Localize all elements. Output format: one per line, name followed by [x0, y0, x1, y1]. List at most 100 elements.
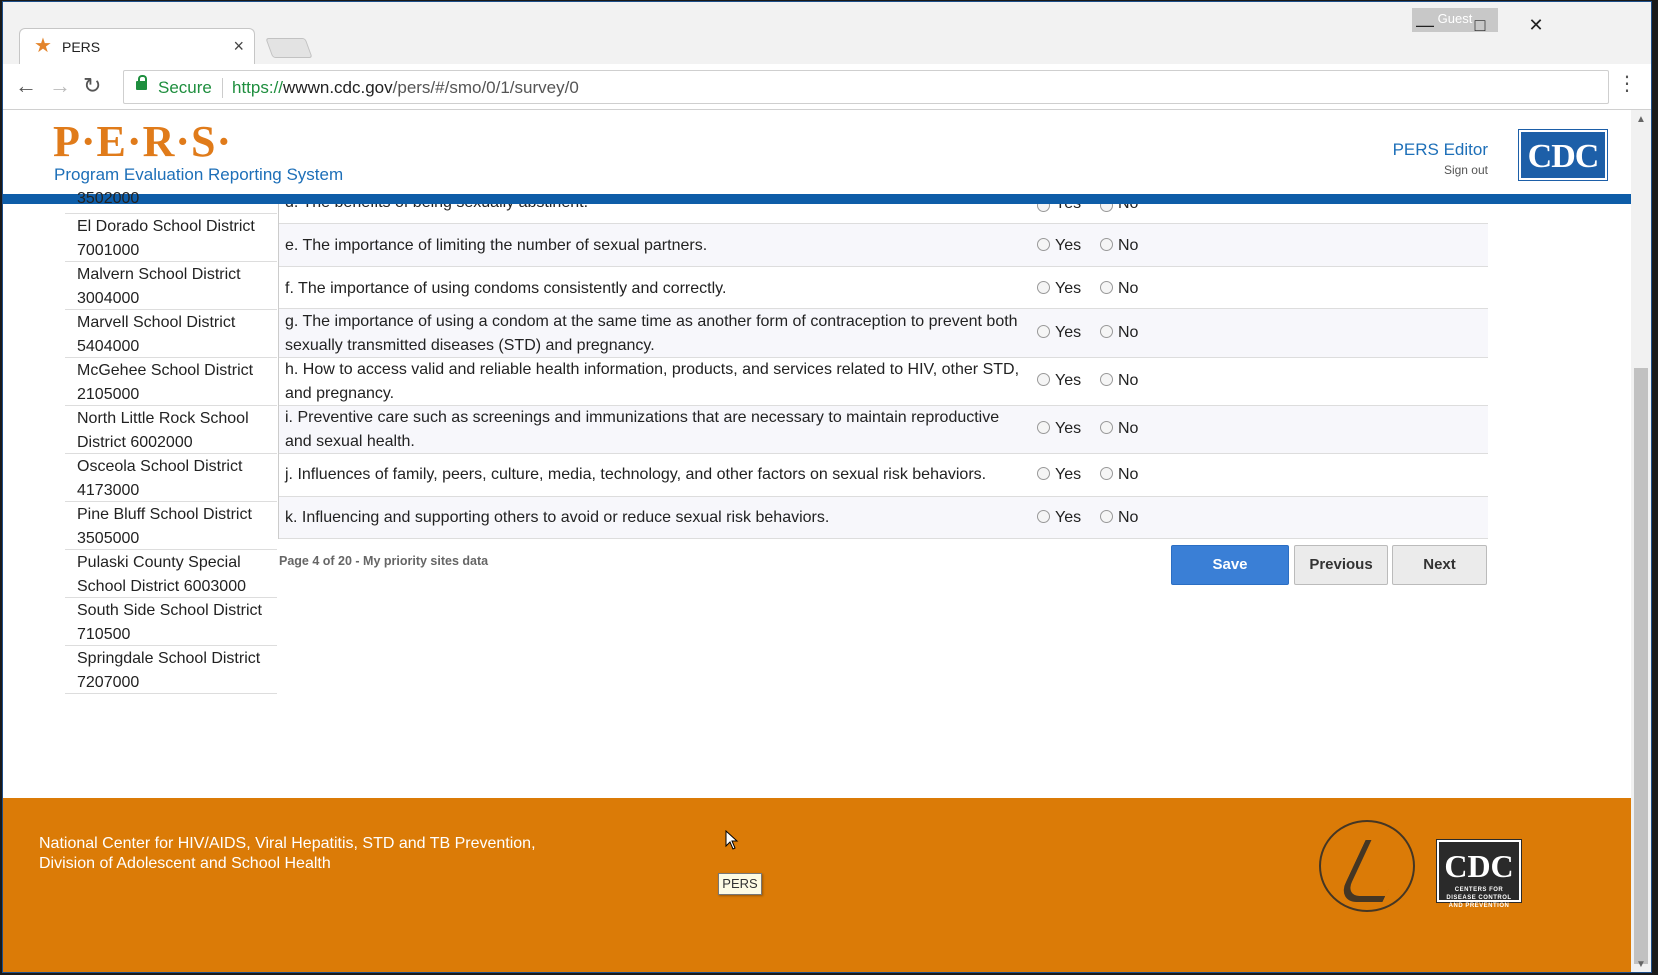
sidebar-item[interactable]: McGehee School District 2105000: [65, 358, 277, 406]
question-row: g. The importance of using a condom at t…: [279, 309, 1488, 358]
user-role-link[interactable]: PERS Editor: [1393, 140, 1488, 160]
sidebar-item[interactable]: El Dorado School District 7001000: [65, 214, 277, 262]
sign-out-link[interactable]: Sign out: [1444, 163, 1488, 177]
footer-line-2: Division of Adolescent and School Health: [39, 854, 331, 872]
secure-label: Secure: [158, 78, 212, 97]
sidebar-item[interactable]: North Little Rock School District 600200…: [65, 406, 277, 454]
pers-logo: P·E·R·S·: [53, 117, 233, 166]
sidebar-item[interactable]: Marvell School District 5404000: [65, 310, 277, 358]
page-indicator: Page 4 of 20 - My priority sites data: [279, 554, 489, 568]
sidebar-item[interactable]: South Side School District 710500: [65, 598, 277, 646]
site-footer: National Center for HIV/AIDS, Viral Hepa…: [3, 798, 1633, 972]
close-tab-icon[interactable]: ×: [233, 36, 244, 57]
no-radio[interactable]: [1100, 421, 1113, 434]
no-label: No: [1118, 372, 1139, 389]
url-path: /pers/#/smo/0/1/survey/0: [392, 78, 579, 97]
save-button[interactable]: Save: [1171, 545, 1289, 585]
yes-radio[interactable]: [1037, 421, 1050, 434]
sidebar-item[interactable]: 3502000: [65, 186, 277, 214]
no-label: No: [1118, 204, 1138, 213]
question-row: f. The importance of using condoms consi…: [279, 267, 1488, 309]
question-row: d. The benefits of being sexually abstin…: [279, 204, 1488, 224]
sites-sidebar: 3502000 El Dorado School District 700100…: [65, 190, 277, 694]
browser-toolbar: ← → ↻ Secure https://wwwn.cdc.gov/pers/#…: [3, 64, 1651, 110]
close-window-icon[interactable]: ✕: [1516, 10, 1556, 40]
question-text: h. How to access valid and reliable heal…: [285, 361, 1020, 402]
no-radio[interactable]: [1100, 467, 1113, 480]
no-radio[interactable]: [1100, 281, 1113, 294]
yes-radio[interactable]: [1037, 467, 1050, 480]
url-host: wwwn.cdc.gov: [283, 78, 393, 97]
reload-icon[interactable]: ↻: [83, 74, 101, 98]
back-icon[interactable]: ←: [15, 74, 37, 98]
previous-button[interactable]: Previous: [1294, 545, 1388, 585]
browser-window: ★ PERS × Guest — □ ✕ ← → ↻ Secure https:…: [2, 1, 1652, 973]
no-label: No: [1118, 324, 1139, 341]
scrollbar-thumb[interactable]: [1634, 368, 1648, 964]
scroll-down-icon[interactable]: ▼: [1636, 959, 1646, 970]
question-row: i. Preventive care such as screenings an…: [279, 406, 1488, 454]
maximize-icon[interactable]: □: [1460, 10, 1500, 40]
logo-subtitle: Program Evaluation Reporting System: [54, 165, 344, 184]
sidebar-item[interactable]: Malvern School District 3004000: [65, 262, 277, 310]
scroll-up-icon[interactable]: ▲: [1636, 114, 1646, 125]
yes-label: Yes: [1055, 420, 1082, 437]
next-button[interactable]: Next: [1392, 545, 1487, 585]
footer-text: National Center for HIV/AIDS, Viral Hepa…: [39, 834, 536, 873]
yes-label: Yes: [1055, 466, 1082, 483]
yes-radio[interactable]: [1037, 373, 1050, 386]
no-label: No: [1118, 280, 1139, 297]
new-tab-button[interactable]: [265, 38, 313, 58]
question-text: k. Influencing and supporting others to …: [285, 509, 830, 526]
no-radio[interactable]: [1100, 204, 1113, 212]
sidebar-item[interactable]: Osceola School District 4173000: [65, 454, 277, 502]
yes-radio[interactable]: [1037, 238, 1050, 251]
browser-tab[interactable]: ★ PERS ×: [19, 28, 255, 64]
question-text: j. Influences of family, peers, culture,…: [285, 466, 987, 483]
sidebar-item[interactable]: Springdale School District 7207000: [65, 646, 277, 694]
yes-radio[interactable]: [1037, 281, 1050, 294]
site-header: P·E·R·S· Program Evaluation Reporting Sy…: [3, 110, 1633, 204]
url-text[interactable]: https://wwwn.cdc.gov/pers/#/smo/0/1/surv…: [232, 78, 579, 98]
hhs-seal-icon: [1319, 820, 1415, 912]
yes-label: Yes: [1055, 237, 1082, 254]
question-text: i. Preventive care such as screenings an…: [285, 409, 1000, 450]
address-bar[interactable]: Secure https://wwwn.cdc.gov/pers/#/smo/0…: [123, 70, 1609, 104]
question-text: e. The importance of limiting the number…: [285, 237, 708, 254]
question-row: k. Influencing and supporting others to …: [279, 497, 1488, 539]
minimize-icon[interactable]: —: [1405, 10, 1445, 40]
menu-icon[interactable]: ⋮: [1617, 74, 1637, 94]
star-icon: ★: [34, 35, 52, 57]
no-label: No: [1118, 509, 1139, 526]
title-bar: ★ PERS × Guest — □ ✕: [3, 2, 1651, 64]
yes-radio[interactable]: [1037, 325, 1050, 338]
cdc-logo: CDC: [1518, 129, 1608, 181]
no-label: No: [1118, 420, 1139, 437]
question-text: g. The importance of using a condom at t…: [285, 313, 1018, 354]
yes-radio[interactable]: [1037, 510, 1050, 523]
no-radio[interactable]: [1100, 510, 1113, 523]
sidebar-item[interactable]: Pulaski County Special School District 6…: [65, 550, 277, 598]
url-scheme: https://: [232, 78, 284, 97]
no-radio[interactable]: [1100, 325, 1113, 338]
footer-line-1: National Center for HIV/AIDS, Viral Hepa…: [39, 835, 536, 852]
no-radio[interactable]: [1100, 373, 1113, 386]
sidebar-item[interactable]: Pine Bluff School District 3505000: [65, 502, 277, 550]
yes-label: Yes: [1055, 280, 1082, 297]
page-scrollbar[interactable]: ▲ ▼: [1631, 110, 1651, 972]
forward-icon[interactable]: →: [49, 74, 71, 98]
yes-radio[interactable]: [1037, 204, 1050, 212]
question-row: j. Influences of family, peers, culture,…: [279, 454, 1488, 497]
cdc-footer-logo: CDC CENTERS FOR DISEASE CONTROL AND PREV…: [1436, 839, 1522, 909]
tooltip: PERS: [718, 873, 762, 895]
tab-title: PERS: [62, 39, 101, 55]
no-radio[interactable]: [1100, 238, 1113, 251]
question-text: d. The benefits of being sexually abstin…: [285, 204, 1025, 215]
lock-icon: [136, 75, 147, 90]
cdc-footer-logo-text: CDC: [1444, 848, 1514, 884]
survey-table: d. The benefits of being sexually abstin…: [278, 204, 1488, 539]
yes-label: Yes: [1055, 509, 1082, 526]
yes-label: Yes: [1055, 204, 1081, 213]
no-label: No: [1118, 466, 1139, 483]
yes-label: Yes: [1055, 372, 1082, 389]
